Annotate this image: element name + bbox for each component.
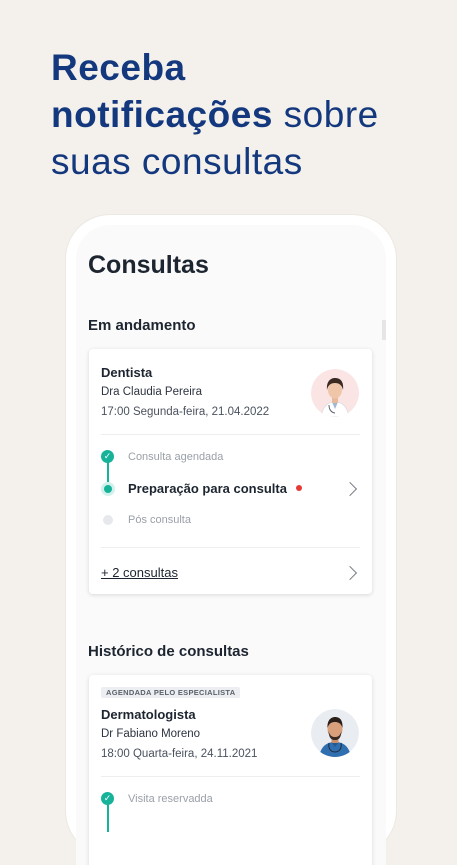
step-label-active[interactable]: Preparação para consulta	[128, 481, 287, 496]
notification-dot-icon	[296, 485, 302, 491]
active-step-dot-icon	[104, 485, 112, 493]
appointment-datetime: 18:00 Quarta-feira, 24.11.2021	[101, 748, 258, 760]
card-divider	[101, 547, 360, 548]
card-divider	[101, 434, 360, 435]
headline-line3: suas consultas	[51, 141, 303, 182]
card-divider	[101, 776, 360, 777]
more-appointments-link[interactable]: + 2 consultas	[101, 565, 178, 580]
headline: Receba notificações sobre suas consultas	[51, 44, 431, 185]
appointment-category: Dentista	[101, 365, 153, 380]
progress-line	[107, 802, 109, 832]
doctor-avatar	[311, 709, 359, 757]
doctor-name: Dra Claudia Pereira	[101, 386, 202, 398]
headline-line2-rest: sobre	[272, 94, 379, 135]
check-icon: ✓	[101, 450, 114, 463]
step-label-done: Consulta agendada	[128, 451, 224, 463]
page-title: Consultas	[88, 251, 209, 279]
headline-line1: Receba	[51, 47, 186, 88]
step-label-pending: Pós consulta	[128, 514, 191, 526]
section-title-in-progress: Em andamento	[88, 317, 196, 334]
step-label-done: Visita reservadda	[128, 793, 213, 805]
pending-step-dot-icon	[103, 515, 113, 525]
scrollbar	[382, 320, 386, 340]
doctor-name: Dr Fabiano Moreno	[101, 728, 201, 740]
phone-screen: Consultas Em andamento Dentista Dra Clau…	[76, 225, 386, 865]
chevron-right-icon[interactable]	[342, 565, 358, 581]
specialist-badge: AGENDADA PELO ESPECIALISTA	[101, 687, 241, 698]
doctor-avatar	[311, 369, 359, 417]
phone-frame: Consultas Em andamento Dentista Dra Clau…	[66, 215, 396, 865]
headline-line2-bold: notificações	[51, 94, 273, 135]
appointment-datetime: 17:00 Segunda-feira, 21.04.2022	[101, 406, 270, 418]
chevron-right-icon[interactable]	[342, 481, 358, 497]
appointment-card-history[interactable]: AGENDADA PELO ESPECIALISTA Dermatologist…	[89, 675, 372, 865]
check-icon: ✓	[101, 792, 114, 805]
appointment-category: Dermatologista	[101, 707, 196, 722]
appointment-card-current[interactable]: Dentista Dra Claudia Pereira 17:00 Segun…	[89, 349, 372, 594]
progress-line	[107, 460, 109, 482]
section-title-history: Histórico de consultas	[88, 643, 249, 660]
